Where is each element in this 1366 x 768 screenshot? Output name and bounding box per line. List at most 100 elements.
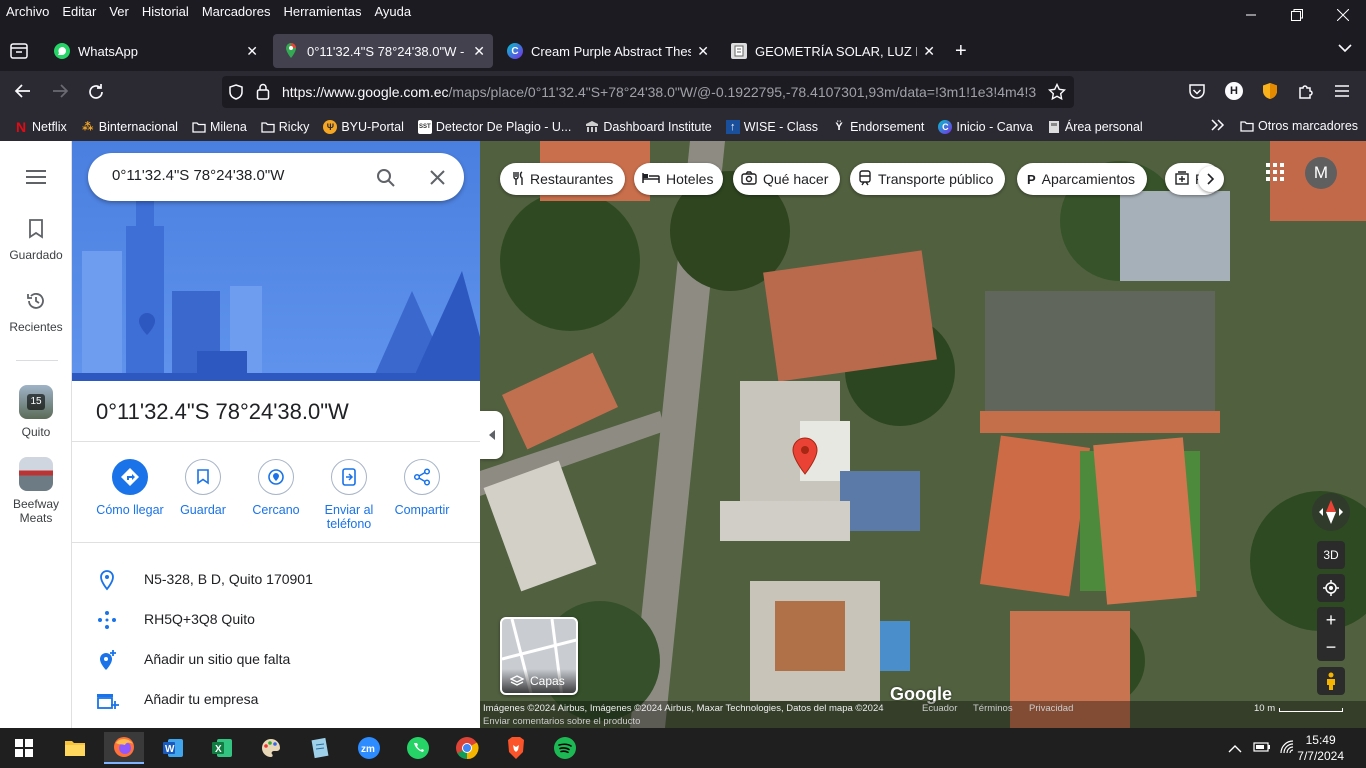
taskbar-file-explorer[interactable] (55, 732, 95, 764)
rail-recent-beefway[interactable]: Beefway Meats (0, 457, 72, 525)
taskbar-paint[interactable] (251, 732, 291, 764)
list-all-tabs-icon[interactable] (8, 40, 30, 62)
taskbar-notepad[interactable] (300, 732, 340, 764)
add-business-row[interactable]: Añadir tu empresa (72, 679, 480, 719)
address-bar[interactable]: https://www.google.com.ec/maps/place/0°1… (222, 76, 1074, 108)
new-tab-button[interactable]: + (955, 40, 967, 63)
close-tab-icon[interactable]: ✕ (923, 43, 935, 60)
bookmark-dashboard-institute[interactable]: Dashboard Institute (585, 120, 712, 134)
back-button[interactable] (14, 83, 32, 102)
more-bookmarks-chevron-icon[interactable] (1210, 118, 1226, 135)
directions-button[interactable]: Cómo llegar (90, 457, 170, 517)
taskbar-zoom[interactable]: zm (349, 732, 389, 764)
chips-scroll-right-button[interactable] (1198, 166, 1224, 192)
tray-chevron-up-icon[interactable] (1228, 742, 1242, 757)
bookmark-binternacional[interactable]: ⁂ Binternacional (81, 120, 178, 134)
zoom-out-button[interactable]: − (1326, 634, 1337, 661)
layers-button[interactable]: Capas (500, 617, 578, 695)
tab-list-chevron-icon[interactable] (1337, 42, 1353, 57)
chip-restaurantes[interactable]: Restaurantes (500, 163, 626, 195)
account-avatar[interactable]: M (1305, 157, 1337, 189)
terms-link[interactable]: Términos (973, 703, 1013, 714)
pegman-button[interactable] (1317, 667, 1345, 695)
profile-avatar[interactable]: H (1225, 82, 1243, 100)
hamburger-menu-icon[interactable] (1334, 84, 1350, 101)
close-window-button[interactable] (1320, 0, 1366, 30)
save-button[interactable]: Guardar (163, 457, 243, 517)
menu-historial[interactable]: Historial (142, 4, 189, 19)
tab-canva[interactable]: C Cream Purple Abstract Thesis D ✕ (497, 34, 717, 68)
url-text[interactable]: https://www.google.com.ec/maps/place/0°1… (282, 84, 1042, 100)
close-tab-icon[interactable]: ✕ (473, 43, 485, 60)
shield-icon[interactable] (228, 84, 244, 103)
menu-icon[interactable] (26, 169, 46, 188)
menu-archivo[interactable]: Archivo (6, 4, 49, 19)
extensions-puzzle-icon[interactable] (1297, 82, 1315, 103)
menu-herramientas[interactable]: Herramientas (283, 4, 361, 19)
extension-shield-icon[interactable] (1262, 82, 1278, 103)
tab-geometria-solar[interactable]: GEOMETRÍA SOLAR, LUZ NATUR ✕ (721, 34, 943, 68)
send-to-phone-button[interactable]: Enviar al teléfono (309, 457, 389, 531)
taskbar-spotify[interactable] (545, 732, 585, 764)
country-link[interactable]: Ecuador (922, 703, 957, 714)
menu-ayuda[interactable]: Ayuda (374, 4, 411, 19)
taskbar-whatsapp[interactable] (398, 732, 438, 764)
my-location-button[interactable] (1317, 574, 1345, 602)
chip-aparcamientos[interactable]: P Aparcamientos (1017, 163, 1148, 195)
plus-code-row[interactable]: RH5Q+3Q8 Quito (72, 599, 480, 639)
satellite-map[interactable]: Restaurantes Hoteles Qué hacer Transport… (480, 141, 1366, 728)
lock-icon[interactable] (256, 83, 270, 103)
rail-saved[interactable]: Guardado (0, 219, 72, 262)
bookmark-star-icon[interactable] (1047, 82, 1067, 104)
collapse-panel-button[interactable] (480, 411, 503, 459)
bookmark-endorsement[interactable]: Ÿ Endorsement (832, 120, 924, 134)
location-marker-icon[interactable] (792, 437, 818, 478)
apps-grid-icon[interactable] (1266, 163, 1284, 184)
menu-ver[interactable]: Ver (109, 4, 129, 19)
menu-marcadores[interactable]: Marcadores (202, 4, 271, 19)
tab-whatsapp[interactable]: WhatsApp ✕ (44, 34, 266, 68)
bookmark-ricky[interactable]: Ricky (261, 120, 309, 134)
bookmark-detector-plagio[interactable]: SST Detector De Plagio - U... (417, 119, 571, 134)
bookmark-wise-class[interactable]: ↑ WISE - Class (725, 119, 818, 134)
minimize-button[interactable] (1228, 0, 1274, 30)
privacy-link[interactable]: Privacidad (1029, 703, 1073, 714)
menu-editar[interactable]: Editar (62, 4, 96, 19)
tab-google-maps[interactable]: 0°11'32.4"S 78°24'38.0"W - Goog ✕ (273, 34, 493, 68)
compass-button[interactable] (1312, 493, 1350, 531)
search-input[interactable] (112, 167, 352, 184)
rail-recent-quito[interactable]: 15 Quito (0, 385, 72, 439)
bookmark-milena[interactable]: Milena (192, 120, 247, 134)
chip-hoteles[interactable]: Hoteles (634, 163, 724, 195)
close-tab-icon[interactable]: ✕ (246, 43, 258, 60)
bookmark-area-personal[interactable]: Área personal (1047, 120, 1143, 134)
bookmark-otros-marcadores[interactable]: Otros marcadores (1240, 119, 1358, 133)
close-icon[interactable] (430, 170, 445, 188)
taskbar-brave[interactable] (496, 732, 536, 764)
start-button[interactable] (4, 732, 44, 764)
forward-button[interactable] (51, 83, 69, 102)
close-tab-icon[interactable]: ✕ (697, 43, 709, 60)
pocket-icon[interactable] (1188, 83, 1206, 103)
zoom-in-button[interactable]: + (1326, 607, 1337, 634)
3d-toggle-button[interactable]: 3D (1317, 541, 1345, 569)
rail-recent[interactable]: Recientes (0, 291, 72, 334)
feedback-link[interactable]: Enviar comentarios sobre el producto (483, 716, 640, 727)
network-icon[interactable] (1279, 739, 1295, 758)
add-missing-place-row[interactable]: Añadir un sitio que falta (72, 639, 480, 679)
taskbar-word[interactable]: W (153, 732, 193, 764)
chip-que-hacer[interactable]: Qué hacer (733, 163, 841, 195)
search-icon[interactable] (376, 168, 396, 191)
share-button[interactable]: Compartir (382, 457, 462, 517)
address-row[interactable]: N5-328, B D, Quito 170901 (72, 559, 480, 599)
reload-button[interactable] (87, 83, 105, 104)
bookmark-canva[interactable]: C Inicio - Canva (938, 119, 1033, 134)
taskbar-chrome[interactable] (447, 732, 487, 764)
taskbar-firefox[interactable] (104, 732, 144, 764)
system-clock[interactable]: 15:49 7/7/2024 (1297, 732, 1344, 764)
nearby-button[interactable]: Cercano (236, 457, 316, 517)
chip-transporte-publico[interactable]: Transporte público (850, 163, 1006, 195)
battery-icon[interactable] (1253, 741, 1271, 756)
bookmark-netflix[interactable]: N Netflix (14, 119, 67, 135)
restore-button[interactable] (1274, 0, 1320, 30)
